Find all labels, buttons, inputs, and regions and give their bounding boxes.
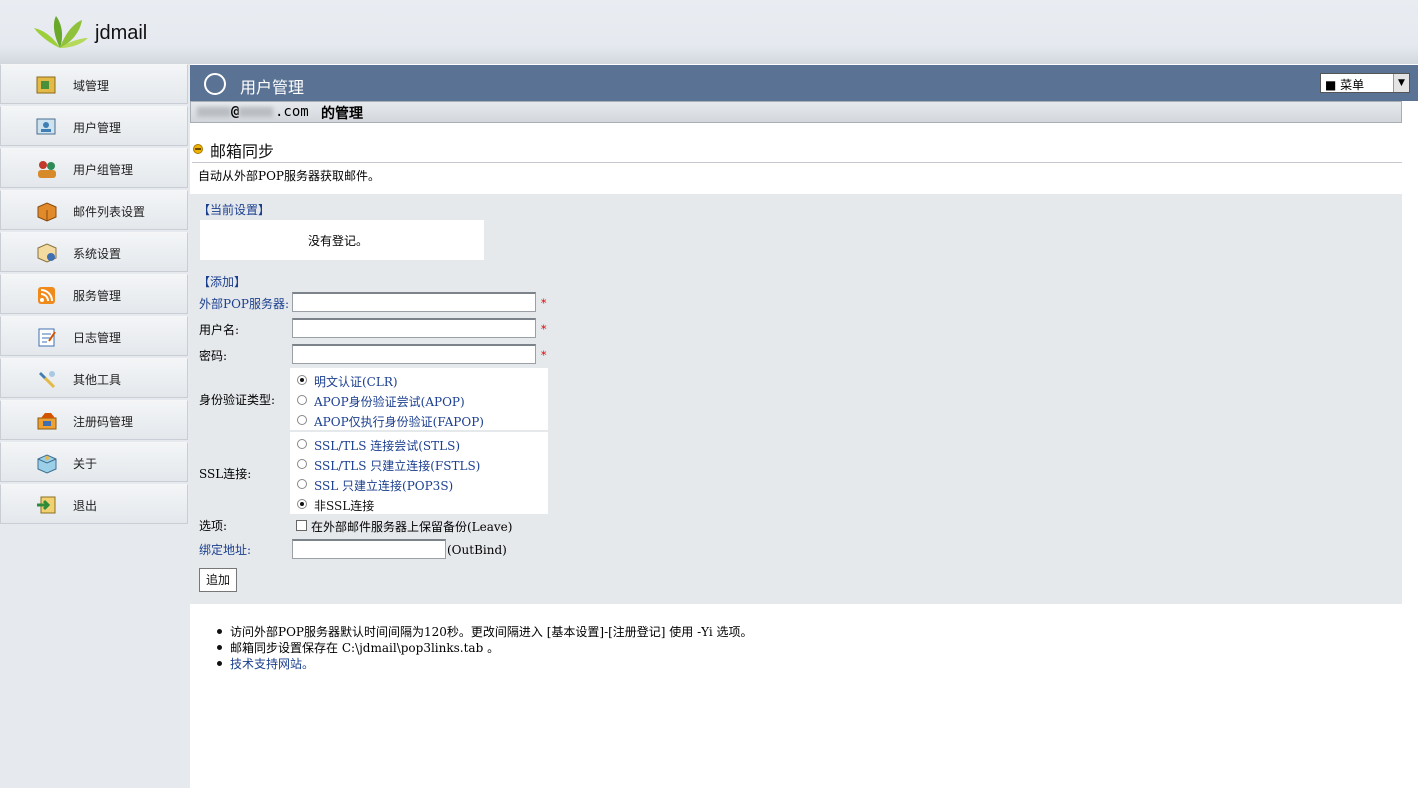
main-content: 用户管理 ■ 菜单 ▼ @ .com 的管理 邮箱同步 自动从外部POP服务器获… [190, 64, 1418, 788]
support-link[interactable]: 技术支持网站。 [216, 655, 314, 672]
sidebar-item-label: 退出 [73, 499, 98, 513]
redacted-domain [239, 107, 273, 117]
list-item: 邮箱同步设置保存在 C:\jdmail\pop3links.tab 。 [216, 641, 500, 655]
radio-button[interactable] [297, 415, 307, 425]
bind-address-note: (OutBind) [447, 543, 507, 557]
sidebar-item-label: 注册码管理 [73, 415, 134, 429]
sidebar-item-group[interactable]: 用户组管理 [0, 148, 188, 188]
sidebar-item-label: 邮件列表设置 [73, 205, 146, 219]
leaf-logo-icon [34, 16, 88, 48]
radio-button[interactable] [297, 499, 307, 509]
ssl-options: SSL/TLS 连接尝试(STLS) SSL/TLS 只建立连接(FSTLS) … [290, 432, 548, 514]
sidebar-item-about[interactable]: 关于 [0, 442, 188, 482]
app-title: jdmail [95, 22, 148, 44]
sidebar-item-label: 系统设置 [73, 247, 122, 261]
account-suffix: 的管理 [321, 106, 363, 122]
radio-button[interactable] [297, 459, 307, 469]
add-section-label: 【添加】 [198, 275, 247, 289]
leave-checkbox[interactable] [296, 520, 307, 531]
radio-button[interactable] [297, 375, 307, 385]
section-bullet-icon [193, 144, 203, 154]
user-icon [36, 118, 56, 135]
section-description: 自动从外部POP服务器获取邮件。 [198, 169, 380, 183]
sidebar-item-user[interactable]: 用户管理 [0, 106, 188, 146]
sidebar-item-label: 关于 [73, 457, 98, 471]
settings-panel: 【当前设置】 没有登记。 【添加】 外部POP服务器: * 用户名: * 密码:… [190, 194, 1402, 604]
required-mark: * [541, 297, 547, 310]
service-icon [38, 287, 55, 304]
page-heading: 用户管理 [240, 78, 305, 97]
required-mark: * [541, 323, 547, 336]
section-title: 邮箱同步 [210, 142, 275, 161]
sidebar-item-label: 用户组管理 [73, 163, 134, 177]
logout-icon [37, 496, 56, 514]
bind-address-input[interactable] [292, 539, 446, 559]
about-icon [37, 454, 57, 474]
current-settings-empty: 没有登记。 [308, 234, 369, 248]
sidebar-item-label: 用户管理 [73, 121, 122, 135]
server-label: 外部POP服务器: [199, 297, 290, 311]
menu-select-value: ■ 菜单 [1325, 78, 1365, 92]
server-input[interactable] [292, 292, 536, 312]
password-label: 密码: [199, 349, 228, 363]
add-button[interactable]: 追加 [199, 568, 237, 592]
sidebar-item-log[interactable]: 日志管理 [0, 316, 188, 356]
radio-button[interactable] [297, 395, 307, 405]
username-input[interactable] [292, 318, 536, 338]
divider [192, 162, 1402, 163]
sidebar-item-mail-list[interactable]: 邮件列表设置 [0, 190, 188, 230]
sidebar-item-tools[interactable]: 其他工具 [0, 358, 188, 398]
ssl-label: SSL连接: [199, 467, 252, 481]
menu-select[interactable]: ■ 菜单 ▼ [1320, 73, 1410, 93]
password-input[interactable] [292, 344, 536, 364]
current-settings-box: 没有登记。 [200, 220, 484, 260]
account-bar: @ .com 的管理 [190, 101, 1402, 123]
auth-type-options: 明文认证(CLR) APOP身份验证尝试(APOP) APOP仅执行身份验证(F… [290, 368, 548, 430]
sidebar-item-label: 其他工具 [73, 373, 122, 387]
list-item: 访问外部POP服务器默认时间间隔为120秒。更改间隔进入 [基本设置]-[注册登… [217, 625, 753, 639]
sidebar-item-domain[interactable]: 域管理 [0, 64, 188, 104]
sidebar-item-label: 域管理 [73, 79, 110, 93]
domain-icon [36, 76, 56, 94]
title-bar: 用户管理 ■ 菜单 ▼ [190, 65, 1418, 101]
tools-icon [39, 371, 56, 389]
sidebar-item-label: 日志管理 [73, 331, 122, 345]
current-settings-label: 【当前设置】 [198, 203, 271, 217]
bind-address-label: 绑定地址: [199, 543, 252, 557]
group-icon [38, 161, 56, 178]
sidebar-item-label: 服务管理 [73, 289, 122, 303]
sidebar-item-logout[interactable]: 退出 [0, 484, 188, 524]
account-domain: .com [275, 104, 309, 120]
system-icon [37, 243, 57, 263]
auth-type-label: 身份验证类型: [199, 393, 276, 407]
user-circle-icon [204, 73, 226, 95]
option-label: 选项: [199, 519, 228, 533]
sidebar-item-license[interactable]: 注册码管理 [0, 400, 188, 440]
radio-button[interactable] [297, 439, 307, 449]
username-label: 用户名: [199, 323, 240, 337]
log-icon [38, 328, 56, 347]
chevron-down-icon[interactable]: ▼ [1393, 74, 1409, 92]
sidebar: 域管理 用户管理 用户组管理 邮件列表设置 系统设置 服务管理 日志管理 其他工… [0, 64, 190, 788]
sidebar-item-service[interactable]: 服务管理 [0, 274, 188, 314]
required-mark: * [541, 349, 547, 362]
app-header: jdmail [0, 0, 1418, 64]
radio-button[interactable] [297, 479, 307, 489]
sidebar-item-system[interactable]: 系统设置 [0, 232, 188, 272]
mail-list-icon [37, 202, 57, 222]
redacted-username [197, 107, 231, 117]
leave-checkbox-label: 在外部邮件服务器上保留备份(Leave) [311, 520, 513, 534]
license-icon [37, 413, 57, 430]
